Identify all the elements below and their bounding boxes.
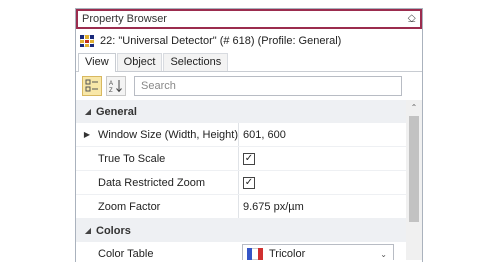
collapse-icon[interactable]: ◢ [80,226,96,235]
category-general[interactable]: ◢ General [76,100,406,123]
true-to-scale-checkbox[interactable]: ✓ [243,152,255,165]
collapse-icon[interactable]: ◢ [80,107,96,116]
property-name: Data Restricted Zoom [98,176,205,189]
object-info: 22: "Universal Detector" (# 618) (Profil… [76,29,422,53]
categorized-view-button[interactable] [82,76,102,96]
alphabetical-view-button[interactable]: A Z [106,76,126,96]
scroll-up-icon[interactable]: ⌃ [406,100,422,114]
expand-icon[interactable]: ▶ [76,130,98,139]
property-name: Color Table [98,247,154,260]
vertical-scrollbar[interactable]: ⌃ [406,100,422,260]
detector-icon [80,35,94,47]
chevron-down-icon: ⌄ [380,249,387,259]
toolbar: A Z Search [76,72,422,100]
svg-text:Z: Z [109,88,113,93]
property-row-zoom-factor[interactable]: Zoom Factor 9.675 px/µm [76,195,406,219]
property-row-data-restricted-zoom[interactable]: Data Restricted Zoom ✓ [76,171,406,195]
property-grid: ◢ General ▶ Window Size (Width, Height) … [76,100,422,260]
data-restricted-zoom-checkbox[interactable]: ✓ [243,176,255,189]
search-input[interactable]: Search [134,76,402,96]
svg-text:A: A [109,81,113,87]
category-label: Colors [96,224,131,237]
tab-view[interactable]: View [78,53,116,72]
pin-icon[interactable]: ⎐ [407,13,416,26]
property-row-true-to-scale[interactable]: True To Scale ✓ [76,147,406,171]
color-table-value: Tricolor [269,248,306,260]
tab-selections[interactable]: Selections [163,53,229,71]
property-name: Window Size (Width, Height) [98,128,238,141]
tab-bar: View Object Selections [76,53,422,72]
property-name: Zoom Factor [98,200,161,213]
property-row-window-size[interactable]: ▶ Window Size (Width, Height) 601, 600 [76,123,406,147]
color-table-select[interactable]: Tricolor ⌄ [242,244,394,260]
property-value[interactable]: 601, 600 [238,123,406,146]
scrollbar-thumb[interactable] [409,116,419,222]
property-row-color-table[interactable]: Color Table Tricolor ⌄ [76,242,406,260]
property-value[interactable]: 9.675 px/µm [238,195,406,218]
search-placeholder: Search [141,80,176,92]
tricolor-swatch-icon [247,248,263,260]
object-title: 22: "Universal Detector" (# 618) (Profil… [100,35,342,47]
category-colors[interactable]: ◢ Colors [76,219,406,242]
tab-object[interactable]: Object [116,53,163,71]
property-name: True To Scale [98,152,166,165]
property-browser-panel: Property Browser ⎐ 22: "Universal Detect… [75,8,423,262]
sort-az-icon: A Z [109,80,122,93]
categorized-icon [85,79,98,92]
category-label: General [96,105,137,118]
panel-title: Property Browser [82,13,167,25]
panel-title-bar: Property Browser ⎐ [76,9,422,29]
